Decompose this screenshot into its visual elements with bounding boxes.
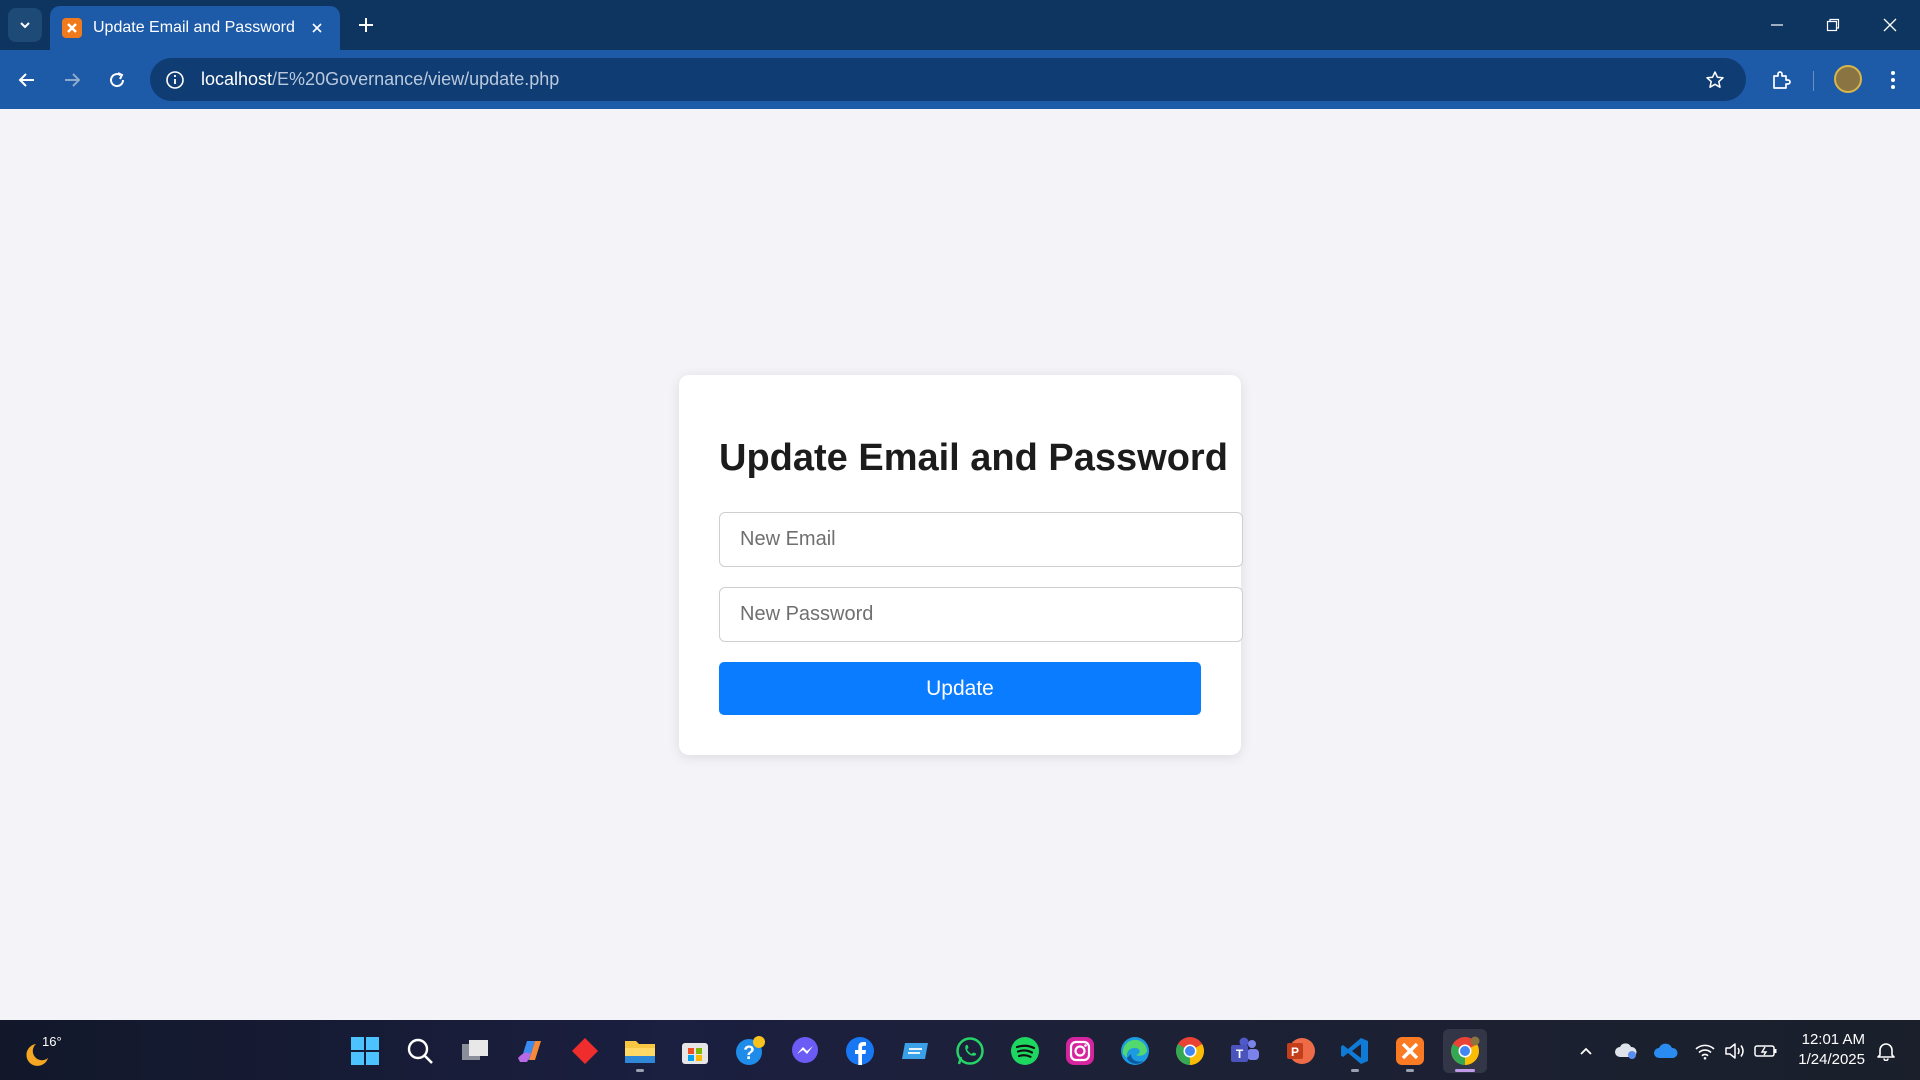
profile-avatar[interactable] [1834,65,1862,93]
page-title: Update Email and Password [719,437,1228,479]
svg-text:?: ? [743,1043,755,1064]
windows-taskbar: 16° ? T P 12:01 AM 1/24/2025 [0,1020,1920,1080]
svg-text:P: P [1291,1045,1299,1059]
minimize-button[interactable] [1757,8,1797,42]
get-help-icon[interactable]: ? [728,1029,772,1073]
start-icon[interactable] [343,1029,387,1073]
address-bar[interactable]: localhost/E%20Governance/view/update.php [150,58,1746,101]
clock-time: 12:01 AM [1801,1031,1865,1048]
whatsapp-icon[interactable] [948,1029,992,1073]
url-text: localhost/E%20Governance/view/update.php [201,69,559,90]
back-button[interactable] [9,62,45,98]
vscode-icon[interactable] [1333,1029,1377,1073]
more-vertical-icon [1891,71,1895,89]
spotify-icon[interactable] [1003,1029,1047,1073]
show-hidden-icons-chevron-icon[interactable] [1573,1038,1599,1064]
volume-icon[interactable] [1722,1038,1748,1064]
weather-widget[interactable]: 16° [24,1032,84,1070]
tab-title: Update Email and Password [93,19,295,36]
facebook-icon[interactable] [838,1029,882,1073]
arrow-right-icon [65,73,81,87]
task-view-icon[interactable] [453,1029,497,1073]
site-info-icon[interactable] [163,68,187,92]
update-button[interactable]: Update [719,662,1201,715]
close-icon [1883,18,1897,32]
restore-icon [1826,18,1840,32]
cloud-sync-icon[interactable] [1613,1038,1639,1064]
close-tab-icon[interactable] [306,17,328,39]
instagram-icon[interactable] [1058,1029,1102,1073]
edge-icon[interactable] [1113,1029,1157,1073]
remote-desktop-icon[interactable] [893,1029,937,1073]
svg-text:T: T [1236,1047,1244,1061]
active-indicator [1455,1069,1475,1072]
copilot-icon[interactable] [508,1029,552,1073]
new-email-field[interactable] [719,512,1243,567]
new-tab-button[interactable] [352,11,380,39]
menu-button[interactable] [1875,62,1911,98]
messenger-icon[interactable] [783,1029,827,1073]
active-tab[interactable]: Update Email and Password [50,6,340,50]
running-indicator [1351,1069,1359,1072]
clock-date: 1/24/2025 [1798,1051,1865,1068]
anydesk-icon[interactable] [563,1029,607,1073]
wifi-icon[interactable] [1692,1038,1718,1064]
new-password-field[interactable] [719,587,1243,642]
forward-button[interactable] [54,62,90,98]
running-indicator [636,1069,644,1072]
search-icon[interactable] [398,1029,442,1073]
puzzle-icon [1773,71,1791,89]
url-host: localhost [201,69,273,89]
browser-toolbar: localhost/E%20Governance/view/update.php [0,50,1920,109]
chrome-profile-icon[interactable] [1443,1029,1487,1073]
plus-icon [359,18,373,32]
xampp-icon[interactable] [1388,1029,1432,1073]
extensions-button[interactable] [1763,62,1799,98]
teams-icon[interactable]: T [1223,1029,1267,1073]
arrow-left-icon [18,73,34,87]
weather-temperature: 16° [42,1034,62,1049]
toolbar-divider [1813,71,1814,91]
notifications-bell-icon[interactable] [1873,1038,1899,1064]
tab-search-button[interactable] [8,8,42,42]
xampp-favicon-icon [62,18,82,38]
minimize-icon [1771,24,1783,26]
update-form-card: Update Email and Password Update [679,375,1243,755]
onedrive-icon[interactable] [1653,1038,1679,1064]
chevron-down-icon [20,22,30,29]
reload-button[interactable] [99,62,135,98]
powerpoint-icon[interactable]: P [1278,1029,1322,1073]
system-clock[interactable]: 12:01 AM 1/24/2025 [1785,1030,1865,1070]
restore-button[interactable] [1813,8,1853,42]
file-explorer-icon[interactable] [618,1029,662,1073]
close-window-button[interactable] [1870,8,1910,42]
reload-icon [110,72,125,88]
url-path: /E%20Governance/view/update.php [272,69,560,89]
microsoft-store-icon[interactable] [673,1029,717,1073]
tab-bar: Update Email and Password [0,0,1920,50]
chrome-icon[interactable] [1168,1029,1212,1073]
battery-icon[interactable] [1753,1038,1779,1064]
bookmark-star-icon[interactable] [1702,67,1728,93]
running-indicator [1406,1069,1414,1072]
